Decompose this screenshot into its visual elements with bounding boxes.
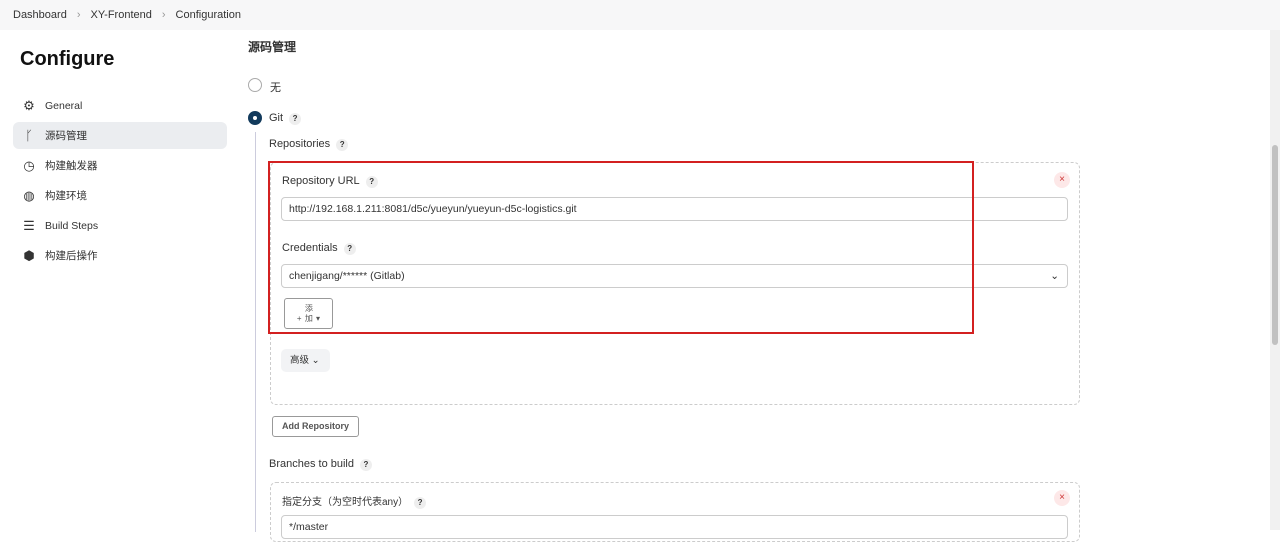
sidebar: ⚙ General ᚴ 源码管理 ◷ 构建触发器 ◍ 构建环境 ☰ Build Steps… <box>13 92 227 272</box>
list-icon: ☰ <box>23 217 35 233</box>
sidebar-label: 源码管理 <box>45 130 87 142</box>
help-icon[interactable]: ? <box>360 459 372 471</box>
sidebar-item-build-steps[interactable]: ☰ Build Steps <box>13 212 227 239</box>
timer-icon: ◷ <box>23 157 35 173</box>
sidebar-label: 构建触发器 <box>45 160 98 172</box>
help-icon[interactable]: ? <box>414 497 427 509</box>
sidebar-label: Build Steps <box>45 219 99 232</box>
repositories-label: Repositories? <box>269 138 349 151</box>
gear-icon: ⚙ <box>23 97 35 113</box>
add-repository-button[interactable]: Add Repository <box>272 416 359 437</box>
sidebar-item-triggers[interactable]: ◷ 构建触发器 <box>13 152 227 179</box>
breadcrumb-configuration[interactable]: Configuration <box>176 9 241 21</box>
close-icon[interactable]: × <box>1054 490 1070 506</box>
breadcrumb: Dashboard › XY-Frontend › Configuration <box>0 0 1280 30</box>
highlight-box <box>268 161 974 334</box>
section-title: 源码管理 <box>248 40 297 54</box>
breadcrumb-project[interactable]: XY-Frontend <box>91 9 152 21</box>
advanced-button[interactable]: 高级 ⌄ <box>281 349 330 372</box>
branch-spec-input[interactable]: */master <box>281 515 1068 539</box>
divider <box>255 132 256 532</box>
sidebar-item-scm[interactable]: ᚴ 源码管理 <box>13 122 227 149</box>
branch-icon: ᚴ <box>25 128 33 143</box>
branch-spec-text: 指定分支（为空时代表any） <box>282 497 409 508</box>
branch-spec-label: 指定分支（为空时代表any）? <box>282 493 427 509</box>
radio-none-label: 无 <box>270 82 281 94</box>
close-icon[interactable]: × <box>1054 172 1070 188</box>
sidebar-label: 构建后操作 <box>45 250 98 262</box>
help-icon[interactable]: ? <box>289 113 302 125</box>
branches-label: Branches to build? <box>269 458 372 471</box>
page-title: Configure <box>20 48 115 70</box>
scrollbar[interactable] <box>1270 30 1280 530</box>
sidebar-label: 构建环境 <box>45 190 87 202</box>
git-label: Git <box>269 112 284 124</box>
package-icon: ⬢ <box>23 247 35 263</box>
globe-icon: ◍ <box>23 187 35 203</box>
repositories-text: Repositories <box>269 138 331 150</box>
sidebar-item-post-build[interactable]: ⬢ 构建后操作 <box>13 242 227 269</box>
breadcrumb-dashboard[interactable]: Dashboard <box>13 9 67 21</box>
branches-text: Branches to build <box>269 458 354 470</box>
help-icon[interactable]: ? <box>336 139 349 151</box>
sidebar-item-general[interactable]: ⚙ General <box>13 92 227 119</box>
scrollbar-thumb[interactable] <box>1272 145 1278 345</box>
radio-git[interactable] <box>248 111 262 125</box>
radio-git-label: Git? <box>269 112 302 125</box>
advanced-label: 高级 <box>290 355 310 366</box>
sidebar-label: General <box>45 99 83 112</box>
radio-none[interactable] <box>248 78 262 92</box>
sidebar-item-environment[interactable]: ◍ 构建环境 <box>13 182 227 209</box>
chevron-down-icon: ⌄ <box>1050 270 1059 282</box>
